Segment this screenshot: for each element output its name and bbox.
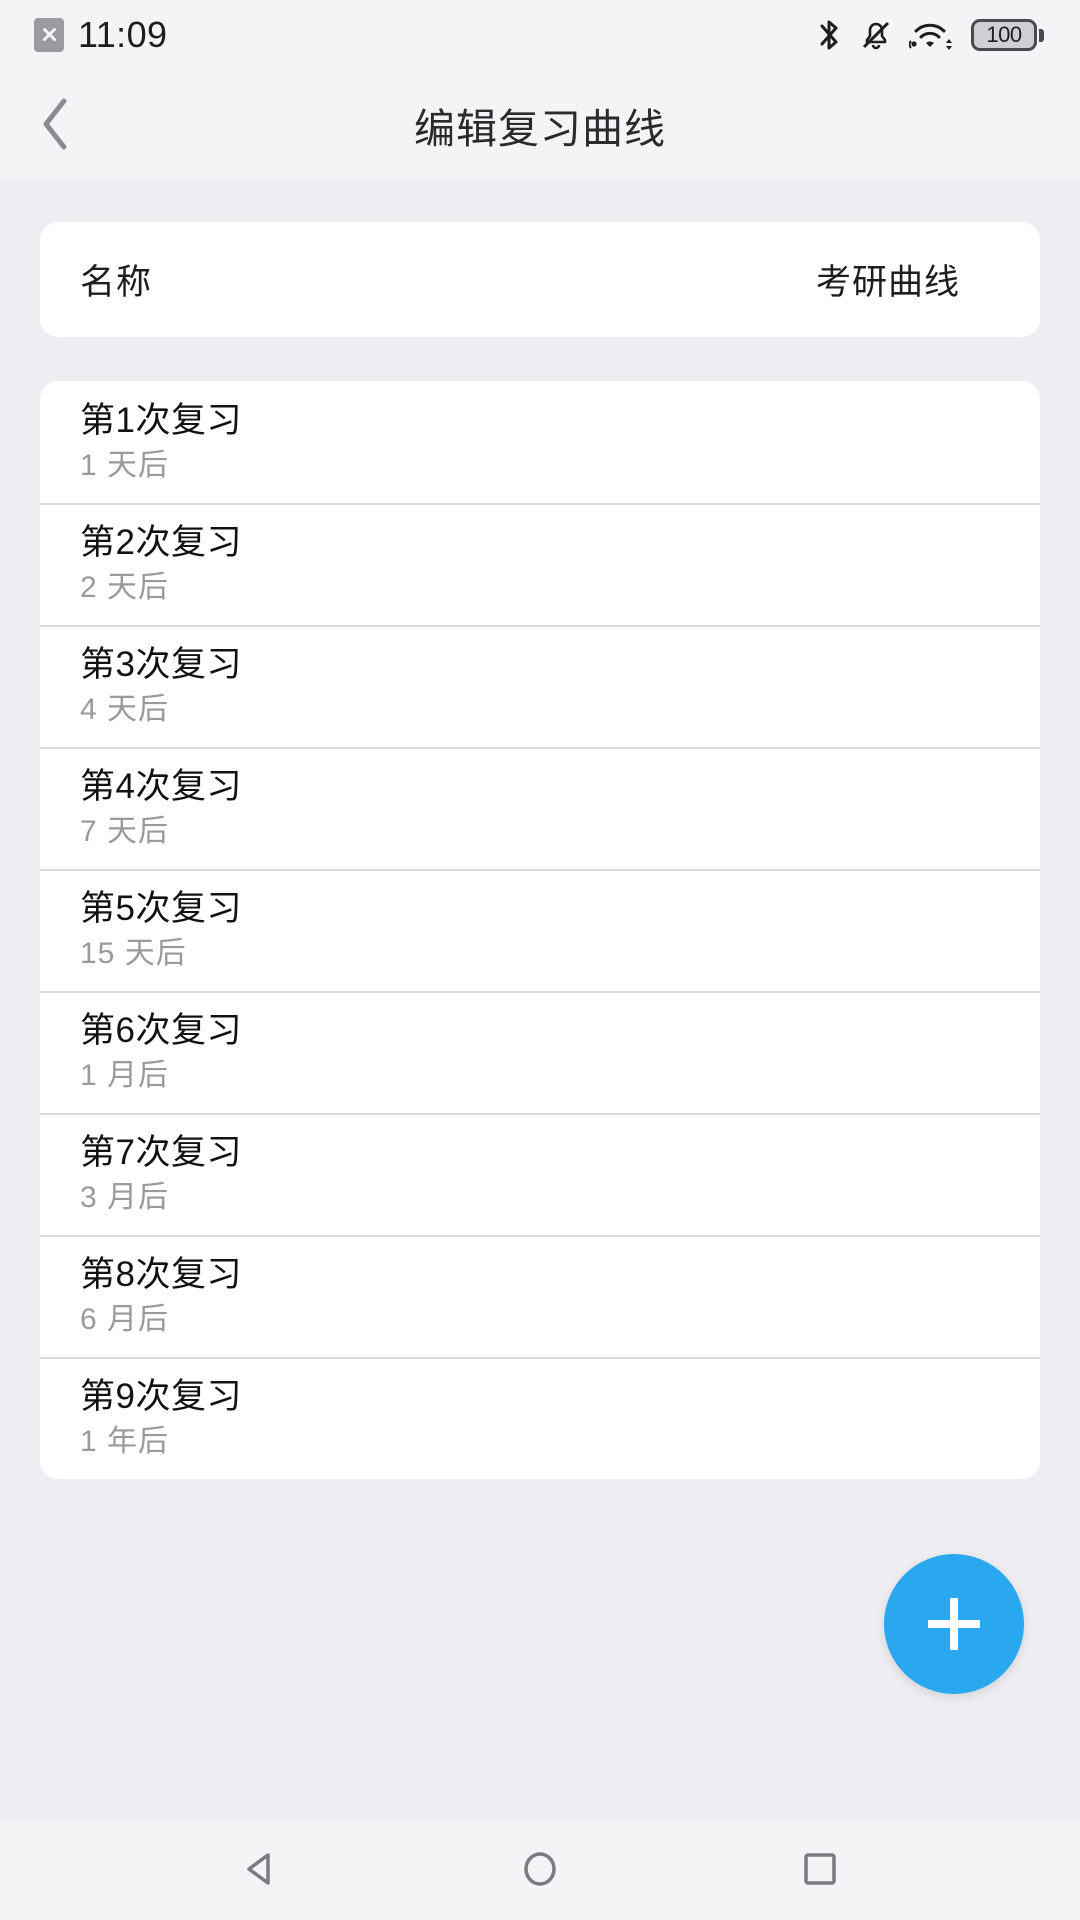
review-title: 第4次复习 [80,767,242,806]
review-interval: 1 年后 [80,1425,170,1458]
review-title: 第6次复习 [80,1011,242,1050]
table-row[interactable]: 第9次复习 1 年后 [40,1357,1040,1479]
table-row[interactable]: 第2次复习 2 天后 [40,503,1040,625]
page-title: 编辑复习曲线 [414,106,666,152]
plus-icon [928,1598,980,1650]
review-title: 第2次复习 [80,523,242,562]
name-field-label: 名称 [80,263,153,302]
phone-screen: 11:09 100 编辑复习曲线 名称 考研曲线 第1次复习 1 天后 第2次复… [0,0,1080,1920]
review-title: 第5次复习 [80,889,242,928]
nav-recents-button[interactable] [760,1820,880,1920]
content-area: 名称 考研曲线 第1次复习 1 天后 第2次复习 2 天后 第3次复习 4 天后… [0,180,1080,1820]
status-bar-right: 100 [815,17,1044,53]
table-row[interactable]: 第3次复习 4 天后 [40,625,1040,747]
review-title: 第1次复习 [80,401,242,440]
review-title: 第3次复习 [80,645,242,684]
status-bar-left: 11:09 [34,17,167,53]
bluetooth-icon [815,17,843,53]
name-field-value[interactable]: 考研曲线 [816,254,1000,305]
review-interval: 4 天后 [80,693,170,726]
battery-icon: 100 [971,19,1044,51]
wifi-icon [909,17,955,53]
review-title: 第7次复习 [80,1133,242,1172]
sms-failed-icon [34,18,64,52]
review-interval: 1 月后 [80,1059,170,1092]
back-button[interactable] [0,70,110,180]
review-interval: 3 月后 [80,1181,170,1214]
review-title: 第9次复习 [80,1377,242,1416]
review-interval: 1 天后 [80,449,170,482]
table-row[interactable]: 第5次复习 15 天后 [40,869,1040,991]
nav-home-button[interactable] [480,1820,600,1920]
system-navigation-bar [0,1820,1080,1920]
square-recents-icon [797,1846,843,1895]
ringer-muted-icon [859,17,893,53]
circle-home-icon [517,1846,563,1895]
table-row[interactable]: 第8次复习 6 月后 [40,1235,1040,1357]
nav-back-button[interactable] [200,1820,320,1920]
status-bar: 11:09 100 [0,0,1080,70]
chevron-left-icon [38,96,72,155]
review-title: 第8次复习 [80,1255,242,1294]
add-review-button[interactable] [884,1554,1024,1694]
review-interval: 7 天后 [80,815,170,848]
app-header: 编辑复习曲线 [0,70,1080,180]
status-bar-clock: 11:09 [78,14,168,55]
review-interval: 2 天后 [80,571,170,604]
battery-percentage: 100 [986,22,1022,47]
review-list: 第1次复习 1 天后 第2次复习 2 天后 第3次复习 4 天后 第4次复习 7… [40,381,1040,1479]
table-row[interactable]: 第1次复习 1 天后 [40,381,1040,503]
table-row[interactable]: 第6次复习 1 月后 [40,991,1040,1113]
review-interval: 6 月后 [80,1303,170,1336]
review-interval: 15 天后 [80,937,187,970]
triangle-back-icon [237,1846,283,1895]
table-row[interactable]: 第4次复习 7 天后 [40,747,1040,869]
table-row[interactable]: 第7次复习 3 月后 [40,1113,1040,1235]
name-field-card[interactable]: 名称 考研曲线 [40,222,1040,337]
